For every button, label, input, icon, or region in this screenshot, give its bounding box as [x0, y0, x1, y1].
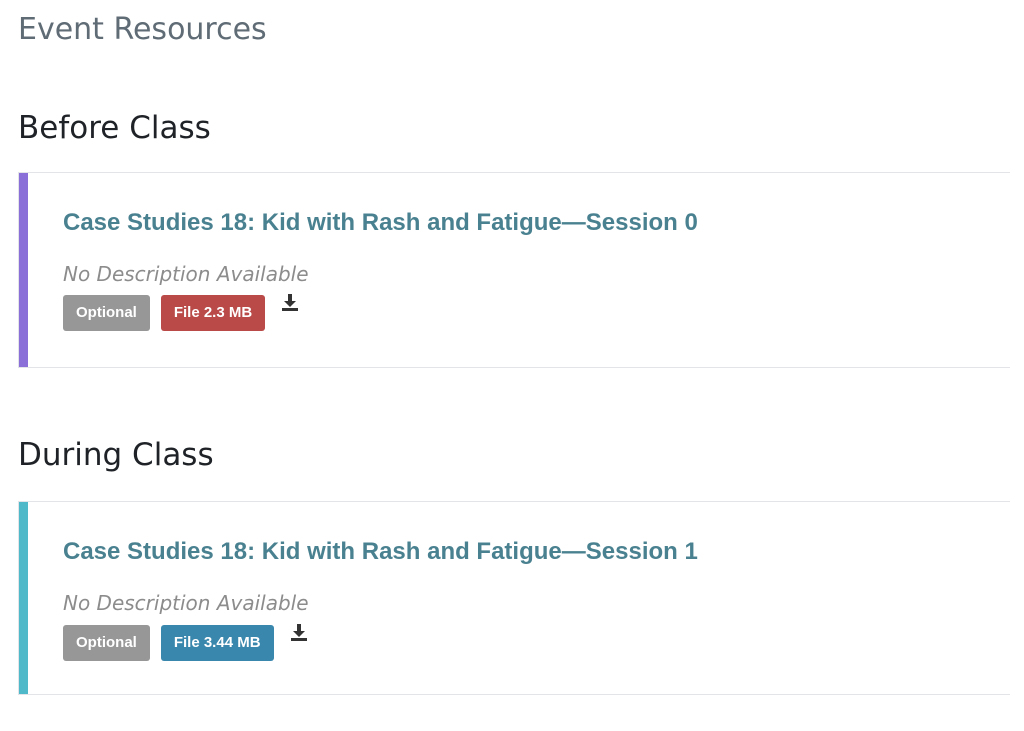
optional-badge: Optional [63, 625, 150, 661]
resource-description: No Description Available [63, 591, 309, 615]
section-heading-during-class: During Class [18, 437, 214, 473]
card-accent-bar [19, 502, 28, 694]
page-title: Event Resources [18, 12, 267, 47]
file-size-badge: File 2.3 MB [160, 295, 266, 331]
section-heading-before-class: Before Class [18, 110, 211, 146]
resource-card-before-class: Case Studies 18: Kid with Rash and Fatig… [18, 172, 1010, 368]
event-resources-page: Event Resources Before Class Case Studie… [0, 0, 1024, 731]
resource-card-during-class: Case Studies 18: Kid with Rash and Fatig… [18, 501, 1010, 695]
resource-title-link[interactable]: Case Studies 18: Kid with Rash and Fatig… [63, 209, 698, 237]
card-accent-bar [19, 173, 28, 367]
download-icon[interactable] [280, 293, 300, 313]
resource-description: No Description Available [63, 262, 309, 286]
resource-badges: Optional File 2.3 MB [63, 293, 300, 331]
file-size-badge: File 3.44 MB [160, 625, 274, 661]
optional-badge: Optional [63, 295, 150, 331]
download-icon[interactable] [289, 623, 309, 643]
resource-title-link[interactable]: Case Studies 18: Kid with Rash and Fatig… [63, 538, 698, 566]
resource-badges: Optional File 3.44 MB [63, 623, 309, 661]
